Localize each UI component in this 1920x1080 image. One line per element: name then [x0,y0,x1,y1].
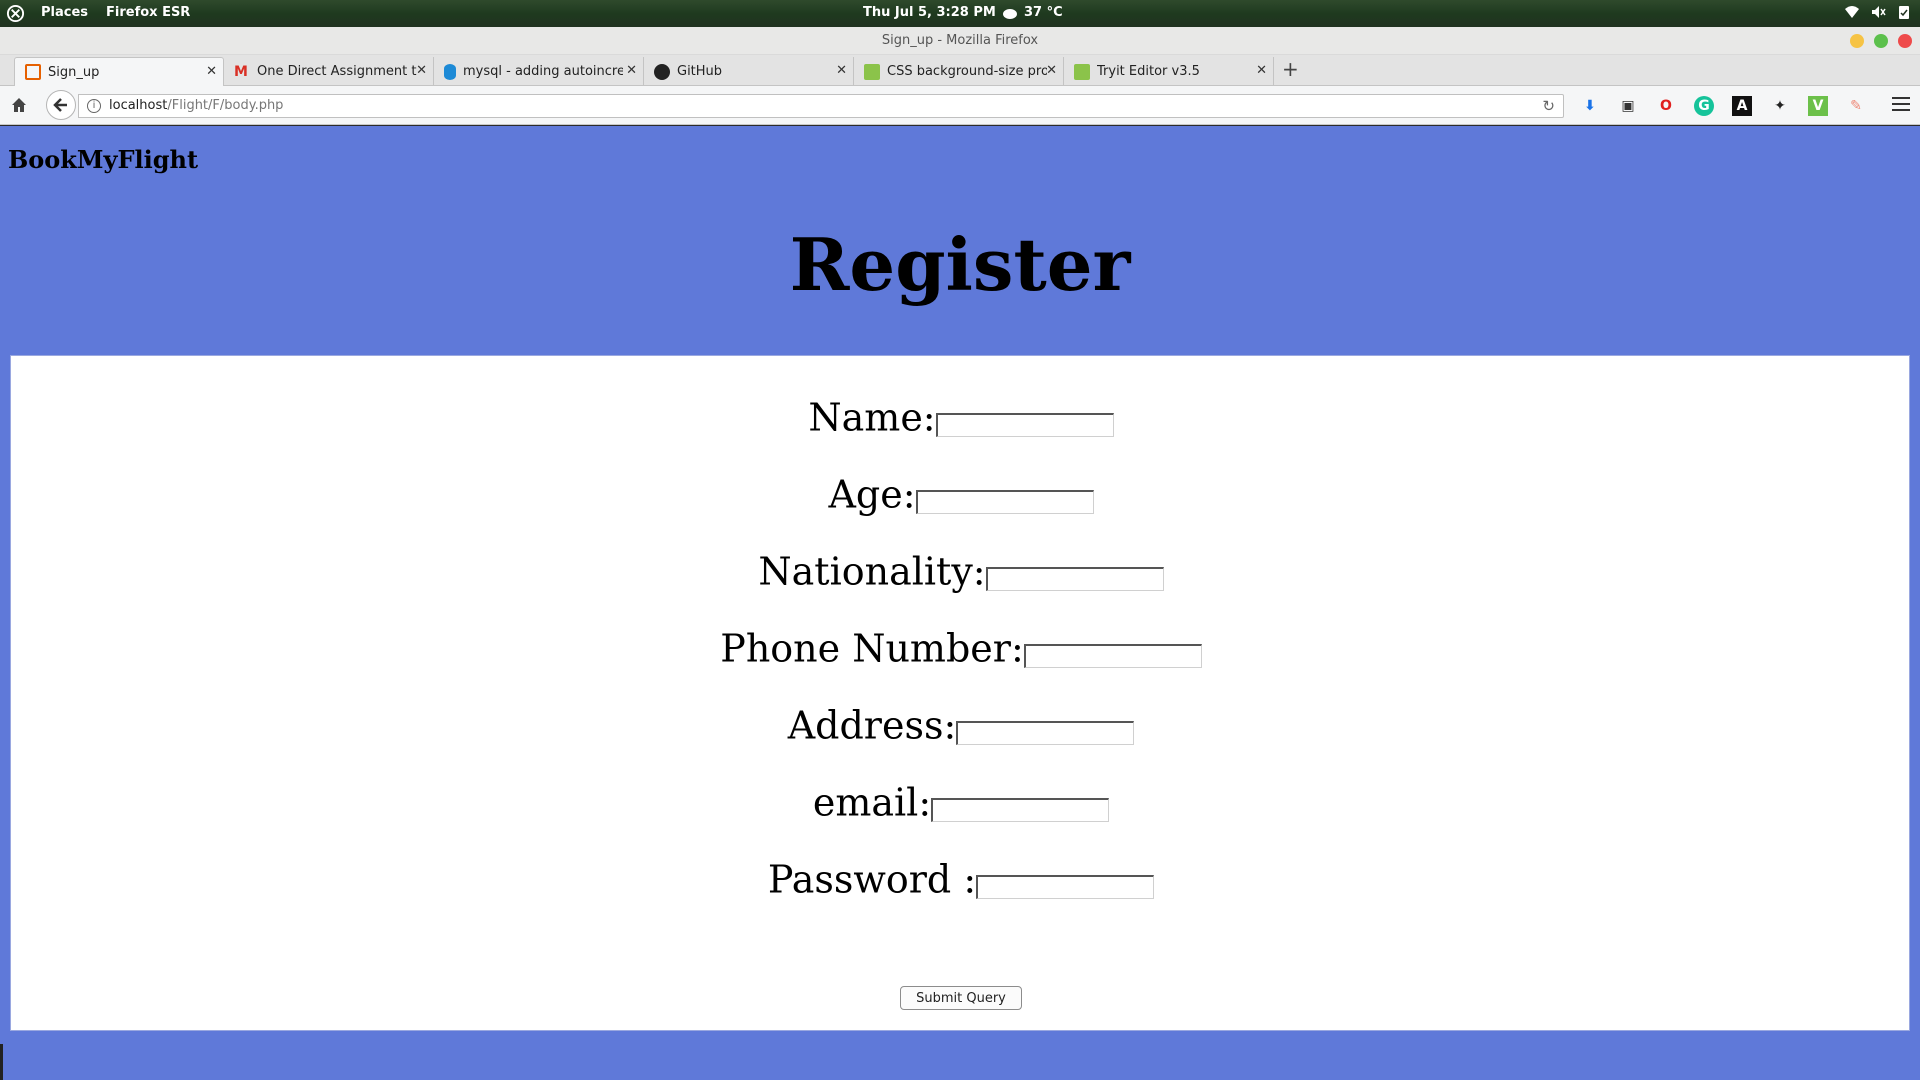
form-row-nationality: Nationality: [11,546,1911,594]
window-controls [1850,34,1912,48]
weather-icon [1003,9,1017,19]
password-label: Password : [767,857,977,902]
form-row-password: Password : [11,854,1911,902]
vimium-icon[interactable]: V [1808,96,1828,116]
tab-tryit-editor[interactable]: Tryit Editor v3.5 ✕ [1064,57,1274,86]
new-tab-button[interactable]: + [1282,57,1299,81]
age-input[interactable] [915,489,1094,514]
back-arrow-icon [53,98,67,112]
close-tab-icon[interactable]: ✕ [1256,63,1267,78]
tab-gmail[interactable]: M One Direct Assignment t... ✕ [224,57,434,86]
tab-sign-up[interactable]: Sign_up ✕ [14,57,224,86]
activities-icon[interactable] [6,4,25,23]
battery-icon[interactable] [1896,4,1912,20]
close-tab-icon[interactable]: ✕ [836,63,847,78]
phone-label: Phone Number: [720,626,1024,671]
clock[interactable]: Thu Jul 5, 3:28 PM [863,5,996,20]
name-input[interactable] [935,412,1114,437]
form-row-phone: Phone Number: [11,623,1911,671]
close-tab-icon[interactable]: ✕ [1046,63,1057,78]
form-row-name: Name: [11,392,1911,440]
tab-github[interactable]: GitHub ✕ [644,57,854,86]
url-path: /Flight/F/body.php [167,98,284,113]
w3schools-icon [1074,63,1090,80]
address-label: Address: [787,703,957,748]
window-title-bar: Sign_up - Mozilla Firefox [0,27,1920,55]
home-icon[interactable] [10,96,28,114]
form-row-age: Age: [11,469,1911,517]
hamburger-menu-icon[interactable] [1892,96,1910,112]
close-tab-icon[interactable]: ✕ [206,64,217,79]
tab-title: GitHub [677,64,723,79]
volume-muted-icon[interactable] [1870,4,1886,20]
opera-icon[interactable]: O [1656,96,1676,116]
site-brand: BookMyFlight [8,145,199,174]
gmail-icon: M [234,63,248,80]
close-window-button[interactable] [1898,34,1912,48]
extension-icon[interactable]: ✦ [1770,96,1790,116]
system-tray [1844,4,1912,20]
form-row-email: email: [11,777,1911,825]
info-icon[interactable]: i [87,99,101,113]
app-menu[interactable]: Firefox ESR [106,5,190,20]
places-menu[interactable]: Places [41,5,88,20]
page-content: BookMyFlight Register Name: Age: Nationa… [0,126,1920,1080]
register-form: Name: Age: Nationality: Phone Number: Ad… [10,355,1910,1031]
maximize-button[interactable] [1874,34,1888,48]
tab-title: One Direct Assignment t... [257,64,417,79]
minimize-button[interactable] [1850,34,1864,48]
tab-title: Sign_up [48,64,100,80]
age-label: Age: [828,472,916,517]
sidebar-icon[interactable]: ▣ [1618,96,1638,116]
email-input[interactable] [931,797,1110,822]
back-button[interactable] [46,90,76,120]
page-heading: Register [789,222,1131,307]
github-icon [654,63,670,80]
form-row-address: Address: [11,700,1911,748]
reload-icon[interactable]: ↻ [1542,95,1555,117]
url-bar[interactable]: i localhost/Flight/F/body.php ↻ [78,94,1564,118]
color-picker-icon[interactable]: ✎ [1846,96,1866,116]
url-host: localhost [109,98,168,113]
nationality-input[interactable] [985,566,1164,591]
extension-toolbar: ⬇ ▣ O G A ✦ V ✎ [1580,96,1866,116]
tab-favicon-icon [25,64,41,80]
tab-bar: Sign_up ✕ M One Direct Assignment t... ✕… [0,55,1920,86]
system-top-bar: Places Firefox ESR Thu Jul 5, 3:28 PM 37… [0,0,1920,27]
tab-title: CSS background-size pro... [887,64,1047,79]
tab-title: Tryit Editor v3.5 [1097,64,1200,79]
window-title: Sign_up - Mozilla Firefox [881,33,1039,48]
name-label: Name: [808,395,936,440]
download-icon[interactable]: ⬇ [1580,96,1600,116]
close-tab-icon[interactable]: ✕ [626,63,637,78]
email-label: email: [812,780,932,825]
navigation-toolbar: i localhost/Flight/F/body.php ↻ ⬇ ▣ O G … [0,86,1920,125]
phone-input[interactable] [1023,643,1202,668]
tab-mysql[interactable]: mysql - adding autoincre... ✕ [434,57,644,86]
temperature: 37 °C [1024,5,1063,20]
tab-title: mysql - adding autoincre... [463,64,623,79]
nationality-label: Nationality: [758,549,986,594]
font-icon[interactable]: A [1732,96,1752,116]
divider [0,1044,3,1080]
wifi-icon[interactable] [1844,4,1860,20]
database-icon [444,63,456,80]
address-input[interactable] [956,720,1135,745]
submit-button[interactable]: Submit Query [900,986,1022,1010]
grammarly-icon[interactable]: G [1694,96,1714,116]
close-tab-icon[interactable]: ✕ [416,63,427,78]
password-input[interactable] [976,874,1155,899]
tab-css-background-size[interactable]: CSS background-size pro... ✕ [854,57,1064,86]
w3schools-icon [864,63,880,80]
